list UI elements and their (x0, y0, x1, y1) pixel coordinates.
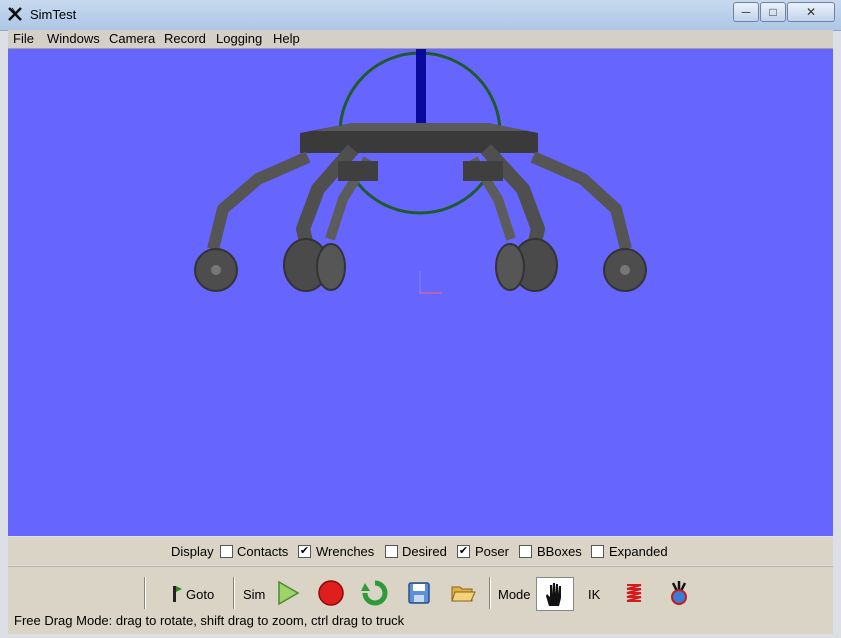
title-bar[interactable]: SimTest ─ □ ✕ (0, 0, 841, 31)
menu-help[interactable]: Help (273, 31, 300, 46)
display-label: Display (171, 544, 214, 559)
menu-bar: File Windows Camera Record Logging Help (8, 30, 833, 49)
wheel (316, 243, 346, 291)
bboxes-label: BBoxes (537, 544, 582, 559)
toolbar-separator (144, 577, 146, 609)
menu-logging[interactable]: Logging (216, 31, 262, 46)
menu-file[interactable]: File (13, 31, 34, 46)
open-folder-icon[interactable] (449, 579, 477, 607)
pose-axis[interactable] (416, 49, 426, 125)
expanded-label: Expanded (609, 544, 668, 559)
poser-label: Poser (475, 544, 509, 559)
maximize-button[interactable]: □ (760, 2, 786, 22)
desired-label: Desired (402, 544, 447, 559)
wrenches-label: Wrenches (316, 544, 375, 559)
window-title: SimTest (30, 7, 77, 22)
record-icon[interactable] (317, 579, 345, 607)
robot-scene (194, 49, 647, 294)
left-outer-leg (207, 151, 311, 251)
reset-icon[interactable] (361, 579, 389, 607)
ik-mode-button[interactable]: IK (588, 587, 600, 602)
close-button[interactable]: ✕ (787, 2, 835, 22)
bboxes-checkbox[interactable] (519, 545, 532, 558)
poser-checkbox[interactable]: ✔ (457, 545, 470, 558)
menu-camera[interactable]: Camera (109, 31, 155, 46)
wrenches-checkbox[interactable]: ✔ (298, 545, 311, 558)
desired-checkbox[interactable] (385, 545, 398, 558)
wheel (495, 243, 525, 291)
minimize-button[interactable]: ─ (733, 2, 759, 22)
robot-icon[interactable] (665, 579, 693, 607)
goto-button[interactable]: Goto (186, 587, 214, 602)
right-outer-leg (530, 151, 632, 251)
play-icon[interactable] (274, 579, 302, 607)
expanded-checkbox[interactable] (591, 545, 604, 558)
spring-icon[interactable] (620, 579, 648, 607)
3d-viewport[interactable] (8, 49, 833, 536)
menu-record[interactable]: Record (164, 31, 206, 46)
contacts-label: Contacts (237, 544, 289, 559)
toolbar: Goto Sim Mode IK (8, 566, 833, 613)
sim-label: Sim (243, 587, 266, 602)
menu-windows[interactable]: Windows (47, 31, 100, 46)
mode-label: Mode (498, 587, 531, 602)
contacts-checkbox[interactable] (220, 545, 233, 558)
free-drag-mode-button[interactable] (536, 577, 574, 611)
toolbar-separator (233, 577, 235, 609)
save-icon[interactable] (405, 579, 433, 607)
hand-icon (546, 583, 561, 606)
display-options-bar: Display Contacts ✔ Wrenches Desired ✔ Po… (8, 537, 833, 565)
app-window: SimTest ─ □ ✕ File Windows Camera Record… (0, 0, 841, 638)
x11-app-icon (8, 7, 22, 21)
status-bar: Free Drag Mode: drag to rotate, shift dr… (8, 612, 833, 634)
status-text: Free Drag Mode: drag to rotate, shift dr… (14, 613, 405, 628)
toolbar-separator (489, 577, 491, 609)
